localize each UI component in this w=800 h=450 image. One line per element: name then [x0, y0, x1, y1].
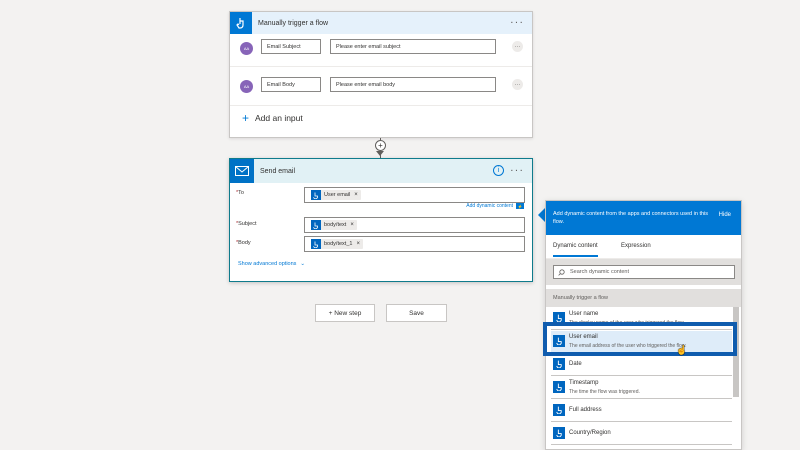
new-step-button[interactable]: + New step — [315, 304, 375, 322]
item-name: Date — [569, 361, 582, 367]
trigger-input-row: AA Email Body Please enter email body ··… — [230, 74, 532, 102]
info-icon[interactable]: i — [493, 165, 504, 176]
insert-step-icon[interactable]: + — [375, 140, 386, 151]
list-item[interactable]: Timestamp The time the flow was triggere… — [551, 377, 732, 399]
search-dynamic-input[interactable]: Search dynamic content — [553, 265, 735, 279]
email-icon — [230, 159, 254, 183]
trigger-hand-icon — [553, 381, 565, 393]
dynamic-token[interactable]: User email × — [311, 190, 361, 200]
input-avatar-icon: AA — [240, 42, 253, 55]
token-label: body/text_1 — [324, 241, 353, 247]
input-avatar-icon: AA — [240, 80, 253, 93]
subject-field[interactable]: body/text × — [304, 217, 525, 233]
add-dynamic-label: Add dynamic content — [466, 203, 513, 209]
send-email-title: Send email — [260, 167, 296, 175]
add-input-button[interactable]: + Add an input — [242, 112, 303, 124]
add-input-label: Add an input — [255, 113, 303, 123]
remove-token-icon[interactable]: × — [356, 241, 360, 247]
send-email-header[interactable]: Send email i ··· — [230, 159, 532, 183]
field-label-to: *To — [236, 190, 244, 196]
input-placeholder-field[interactable]: Please enter email body — [330, 77, 496, 92]
trigger-hand-icon — [553, 358, 565, 370]
chevron-down-icon: ⌄ — [300, 261, 306, 267]
item-name: Timestamp — [569, 380, 599, 386]
send-email-more-icon[interactable]: ··· — [510, 165, 524, 177]
list-item[interactable]: Country/Region — [551, 423, 732, 445]
search-icon — [558, 268, 565, 276]
dynamic-panel-tabs: Dynamic content Expression — [546, 235, 741, 259]
trigger-hand-icon — [311, 190, 321, 200]
token-label: User email — [324, 192, 351, 198]
send-email-card: Send email i ··· *To User email × Add dy… — [229, 158, 533, 282]
trigger-input-row: AA Email Subject Please enter email subj… — [230, 36, 532, 64]
trigger-more-icon[interactable]: ··· — [510, 17, 524, 29]
body-field[interactable]: body/text_1 × — [304, 236, 525, 252]
dynamic-panel-header: Add dynamic content from the apps and co… — [546, 201, 741, 235]
input-placeholder-field[interactable]: Please enter email subject — [330, 39, 496, 54]
remove-token-icon[interactable]: × — [354, 192, 358, 198]
input-more-icon[interactable]: ··· — [512, 79, 523, 90]
trigger-card: Manually trigger a flow ··· AA Email Sub… — [229, 11, 533, 138]
trigger-hand-icon — [311, 220, 321, 230]
add-dynamic-content-link[interactable]: Add dynamic content ⚡ — [466, 203, 524, 209]
input-more-icon[interactable]: ··· — [512, 41, 523, 52]
input-label-field[interactable]: Email Body — [261, 77, 321, 92]
search-placeholder: Search dynamic content — [570, 269, 630, 275]
trigger-hand-icon — [553, 427, 565, 439]
token-label: body/text — [324, 222, 347, 228]
section-header: Manually trigger a flow — [546, 289, 741, 307]
selection-highlight — [543, 322, 737, 356]
field-label-body: *Body — [236, 240, 251, 246]
show-advanced-label: Show advanced options — [238, 261, 297, 267]
item-name: Country/Region — [569, 430, 611, 436]
remove-token-icon[interactable]: × — [350, 222, 354, 228]
dynamic-content-icon: ⚡ — [516, 203, 524, 209]
item-name: User name — [569, 311, 599, 317]
plus-icon: + — [242, 111, 250, 125]
field-label-subject: *Subject — [236, 221, 257, 227]
arrow-down-icon — [376, 151, 384, 156]
list-item[interactable]: Date — [551, 354, 732, 376]
trigger-title: Manually trigger a flow — [258, 19, 329, 27]
hand-cursor-icon: ☝ — [676, 345, 688, 355]
show-advanced-options-link[interactable]: Show advanced options ⌄ — [238, 261, 305, 267]
trigger-hand-icon — [311, 239, 321, 249]
trigger-header[interactable]: Manually trigger a flow ··· — [230, 12, 532, 34]
dynamic-token[interactable]: body/text_1 × — [311, 239, 363, 249]
tab-expression[interactable]: Expression — [621, 243, 651, 249]
save-button[interactable]: Save — [386, 304, 447, 322]
to-field[interactable]: User email × — [304, 187, 525, 203]
hide-panel-button[interactable]: Hide — [719, 212, 731, 218]
divider — [230, 105, 532, 106]
dynamic-token[interactable]: body/text × — [311, 220, 357, 230]
list-item[interactable]: Full address — [551, 400, 732, 422]
panel-pointer — [538, 208, 545, 222]
item-name: Full address — [569, 407, 602, 413]
tab-dynamic-content[interactable]: Dynamic content — [553, 243, 598, 257]
divider — [230, 66, 532, 67]
dynamic-panel-description: Add dynamic content from the apps and co… — [553, 211, 709, 225]
trigger-hand-icon — [230, 12, 252, 34]
trigger-hand-icon — [553, 404, 565, 416]
search-area: Search dynamic content — [546, 259, 741, 285]
item-description: The time the flow was triggered. — [569, 389, 640, 395]
input-label-field[interactable]: Email Subject — [261, 39, 321, 54]
